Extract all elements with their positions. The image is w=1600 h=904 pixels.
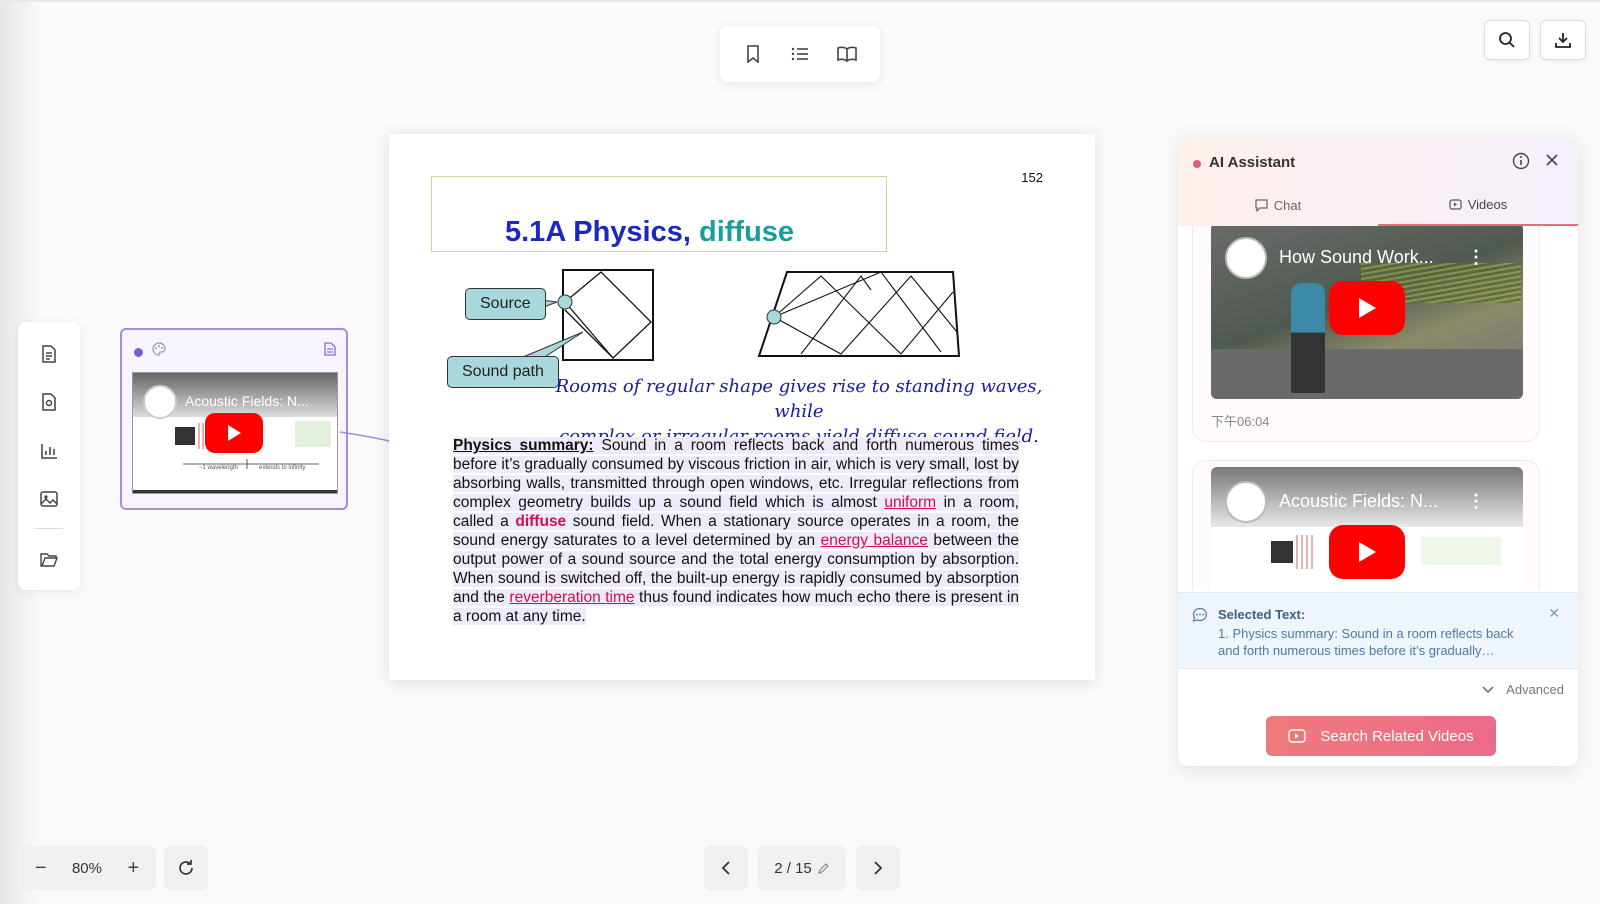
search-button-label: Search Related Videos bbox=[1320, 727, 1474, 745]
chevron-down-icon bbox=[1482, 685, 1494, 693]
sidebar-divider bbox=[35, 527, 63, 529]
video-title: Acoustic Fields: N... bbox=[1279, 491, 1439, 511]
ai-assistant-panel: AI Assistant Chat Videos How Sound Work.… bbox=[1178, 136, 1578, 766]
video-timestamp: 下午06:04 bbox=[1211, 414, 1270, 429]
chevron-right-icon bbox=[874, 861, 883, 875]
status-dot bbox=[134, 348, 143, 357]
callout-source: Source bbox=[465, 288, 546, 320]
top-border bbox=[0, 0, 1600, 2]
floating-video-card[interactable]: Acoustic Fields: N... ~1 wavelength exte… bbox=[120, 328, 348, 510]
reset-view-button[interactable] bbox=[164, 846, 208, 890]
selected-text-content: 1. Physics summary: Sound in a room refl… bbox=[1218, 626, 1514, 658]
tab-videos-label: Videos bbox=[1467, 196, 1508, 212]
channel-avatar bbox=[1225, 237, 1267, 279]
channel-avatar bbox=[143, 385, 177, 419]
document-search-icon[interactable] bbox=[31, 384, 67, 419]
tab-chat-label: Chat bbox=[1273, 197, 1302, 213]
advanced-label: Advanced bbox=[1506, 682, 1564, 697]
tab-chat[interactable]: Chat bbox=[1178, 184, 1378, 226]
term-uniform[interactable]: uniform bbox=[884, 494, 936, 511]
physics-summary[interactable]: Physics summary: Sound in a room reflect… bbox=[453, 436, 1020, 626]
zoom-level: 80% bbox=[71, 859, 102, 877]
bookmark-icon[interactable] bbox=[737, 38, 769, 70]
zoom-out-button[interactable]: − bbox=[27, 854, 55, 882]
term-energy-balance[interactable]: energy balance bbox=[821, 532, 928, 549]
comment-icon bbox=[1192, 607, 1208, 628]
search-button[interactable] bbox=[1484, 20, 1530, 60]
label-wavelength: ~1 wavelength bbox=[199, 465, 238, 471]
zoom-control: − 80% + bbox=[18, 846, 156, 890]
video-title: Acoustic Fields: N... bbox=[185, 393, 309, 409]
label-infinity: extends to infinity bbox=[259, 465, 306, 471]
video-list: How Sound Work... ⋮ 下午06:04 Acoustic Fie… bbox=[1178, 226, 1578, 590]
video-icon bbox=[1449, 198, 1462, 210]
next-page-button[interactable] bbox=[856, 846, 900, 890]
video-title: How Sound Work... bbox=[1279, 247, 1434, 267]
title-accent: diffuse bbox=[699, 216, 795, 248]
assistant-dot bbox=[1193, 160, 1201, 168]
term-diffuse: diffuse bbox=[515, 513, 567, 530]
book-open-icon[interactable] bbox=[831, 38, 863, 70]
selected-text-box: Selected Text: 1. Physics summary: Sound… bbox=[1178, 592, 1578, 668]
document-icon[interactable] bbox=[31, 336, 67, 371]
pencil-icon bbox=[817, 863, 829, 874]
panel-header: AI Assistant Chat Videos bbox=[1178, 136, 1578, 226]
previous-page-button[interactable] bbox=[704, 846, 748, 890]
tool-sidebar bbox=[18, 322, 80, 590]
video-thumbnail[interactable]: Acoustic Fields: N... ~1 wavelength exte… bbox=[132, 372, 338, 494]
panel-title: AI Assistant bbox=[1209, 154, 1296, 171]
stage-floor bbox=[1211, 349, 1523, 399]
search-related-videos-button[interactable]: Search Related Videos bbox=[1266, 716, 1496, 756]
panel-divider bbox=[1178, 668, 1578, 669]
channel-avatar bbox=[1225, 481, 1267, 523]
chevron-left-icon bbox=[721, 861, 730, 875]
clear-selection-icon[interactable]: ✕ bbox=[1548, 605, 1560, 622]
close-icon[interactable] bbox=[1544, 152, 1560, 173]
download-icon bbox=[1555, 33, 1571, 48]
bar-chart-icon[interactable] bbox=[31, 433, 67, 468]
video-thumbnail[interactable]: How Sound Work... ⋮ bbox=[1211, 226, 1523, 399]
play-button[interactable] bbox=[205, 413, 263, 453]
page-number: 152 bbox=[1021, 170, 1043, 185]
search-icon bbox=[1499, 32, 1515, 48]
progress-bar bbox=[133, 490, 337, 493]
more-options-icon[interactable]: ⋮ bbox=[1467, 247, 1485, 268]
play-button[interactable] bbox=[1329, 281, 1405, 335]
info-icon[interactable] bbox=[1512, 152, 1530, 175]
advanced-toggle[interactable]: Advanced bbox=[1482, 682, 1564, 697]
summary-heading: Physics summary: bbox=[453, 437, 594, 454]
page-indicator[interactable]: 2 / 15 bbox=[758, 846, 846, 890]
folder-open-icon[interactable] bbox=[31, 542, 67, 577]
document-page: 152 5.1A Physics, diffuse Source Sound p… bbox=[389, 134, 1095, 680]
video-item[interactable]: How Sound Work... ⋮ 下午06:04 bbox=[1192, 226, 1540, 442]
page-title: 5.1A Physics, diffuse bbox=[505, 216, 794, 249]
chat-icon bbox=[1255, 198, 1268, 212]
video-icon bbox=[1288, 729, 1307, 743]
term-reverberation-time[interactable]: reverberation time bbox=[509, 589, 634, 606]
summary-highlight: Physics summary: Sound in a room reflect… bbox=[453, 437, 1020, 625]
caption-line-1: Rooms of regular shape gives rise to sta… bbox=[555, 376, 1043, 422]
more-options-icon[interactable]: ⋮ bbox=[1467, 491, 1485, 512]
download-button[interactable] bbox=[1540, 20, 1586, 60]
video-thumbnail[interactable]: Acoustic Fields: N... ⋮ bbox=[1211, 467, 1523, 590]
list-icon[interactable] bbox=[784, 38, 816, 70]
palette-icon[interactable] bbox=[152, 342, 166, 361]
image-icon[interactable] bbox=[31, 481, 67, 516]
title-main: 5.1A Physics, bbox=[505, 216, 691, 248]
play-button[interactable] bbox=[1329, 525, 1405, 579]
document-link-icon[interactable] bbox=[324, 342, 336, 361]
video-item[interactable]: Acoustic Fields: N... ⋮ bbox=[1192, 460, 1540, 590]
presenter-figure bbox=[1291, 283, 1325, 393]
zoom-in-button[interactable]: + bbox=[119, 854, 147, 882]
refresh-icon bbox=[179, 860, 193, 875]
callout-sound-path: Sound path bbox=[447, 356, 559, 388]
view-toolbar bbox=[720, 26, 880, 82]
selected-text-title: Selected Text: bbox=[1218, 607, 1306, 622]
page-counter: 2 / 15 bbox=[774, 859, 812, 877]
tab-videos[interactable]: Videos bbox=[1378, 184, 1578, 226]
